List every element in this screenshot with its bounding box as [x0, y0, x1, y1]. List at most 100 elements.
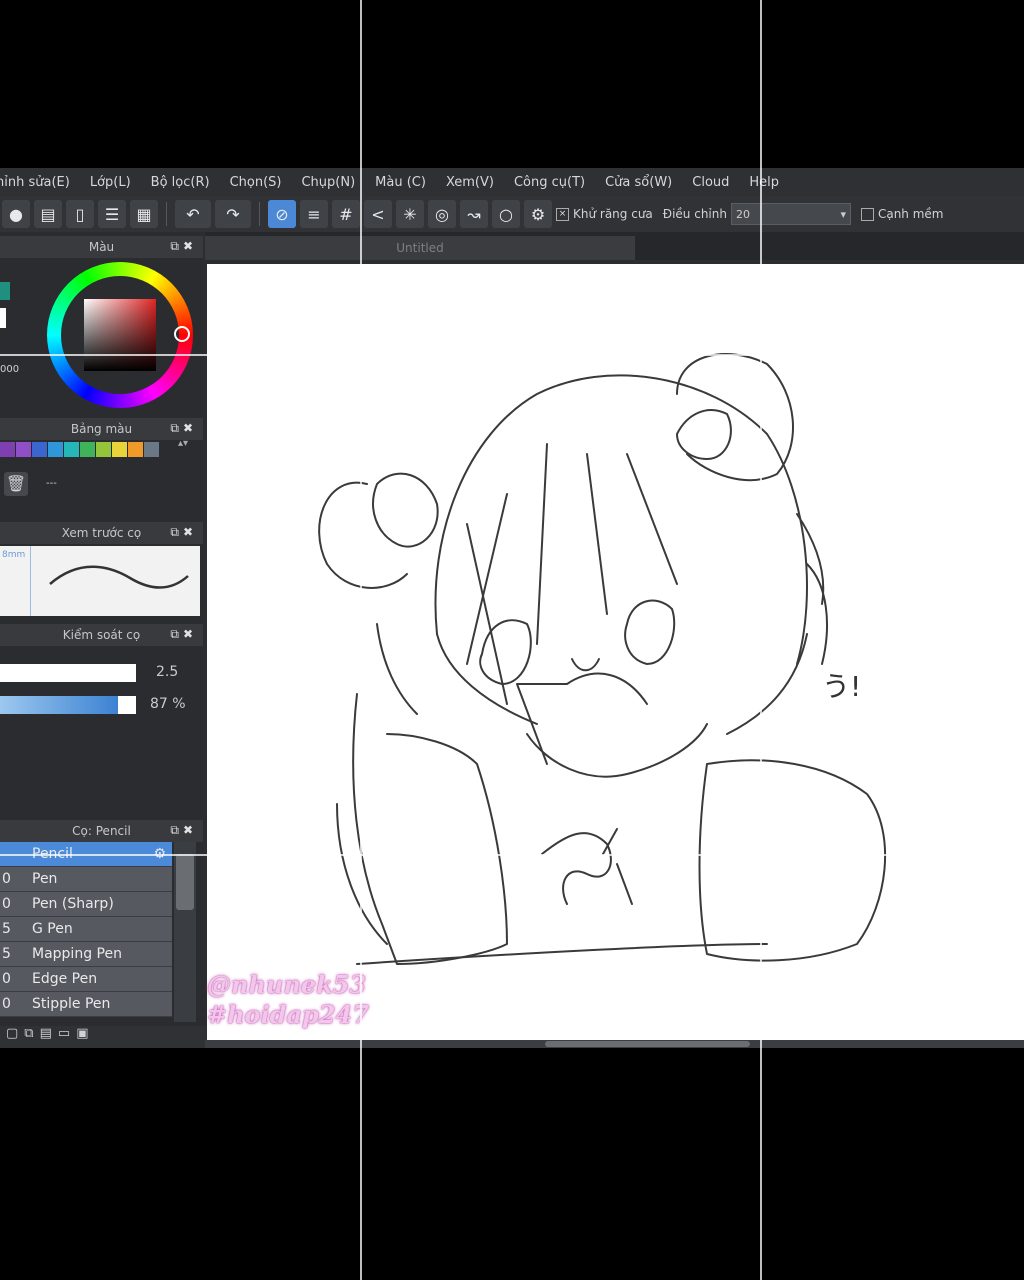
palette-swatch[interactable]: [144, 442, 159, 457]
primary-color-swatch[interactable]: [0, 282, 10, 300]
palette-scroll-icon[interactable]: ▴▾: [178, 438, 188, 449]
comment-icon[interactable]: ●: [2, 200, 30, 228]
circle-snap-icon[interactable]: ◎: [428, 200, 456, 228]
delete-brush-icon[interactable]: ▣: [76, 1026, 88, 1048]
brush-size: 0: [2, 871, 11, 887]
panel-controls-icon[interactable]: ⧉✖: [170, 525, 197, 540]
scrollbar-thumb[interactable]: [176, 854, 194, 910]
brush-panel-title: Cọ: Pencil: [72, 824, 131, 838]
redo-icon[interactable]: ↷: [215, 200, 251, 228]
palette-swatch[interactable]: [80, 442, 95, 457]
grid-snap-icon[interactable]: #: [332, 200, 360, 228]
import-brush-icon[interactable]: ▤: [40, 1026, 52, 1048]
opacity-slider[interactable]: [0, 696, 136, 714]
soft-edge-label: Cạnh mềm: [877, 207, 944, 221]
palette-swatch[interactable]: [16, 442, 31, 457]
soft-edge-toggle[interactable]: Cạnh mềm: [860, 207, 944, 221]
secondary-color-swatch[interactable]: [0, 308, 6, 328]
panel-controls-icon[interactable]: ⧉✖: [170, 421, 197, 436]
panel-controls-icon[interactable]: ⧉✖: [170, 239, 197, 254]
menu-help[interactable]: Help: [739, 175, 789, 190]
drawing-canvas[interactable]: う! @nhunek53 #hoidap247: [207, 264, 1024, 1040]
color-wheel[interactable]: [47, 262, 193, 408]
brush-name: Mapping Pen: [32, 946, 122, 962]
radial-snap-icon[interactable]: ✳: [396, 200, 424, 228]
palette-swatch[interactable]: [32, 442, 47, 457]
sketch-annotation: う!: [822, 670, 861, 703]
color-hex-value: 000: [0, 364, 20, 375]
brush-name: Pen: [32, 871, 58, 887]
brush-name: Edge Pen: [32, 971, 98, 987]
brush-preview: 8mm: [0, 546, 200, 616]
menu-capture[interactable]: Chụp(N): [291, 175, 365, 190]
settings-icon[interactable]: ⚙: [524, 200, 552, 228]
adjust-select[interactable]: 20 ▾: [730, 203, 851, 225]
menu-edit[interactable]: hỉnh sửa(E): [0, 175, 80, 190]
brush-item[interactable]: 0 Edge Pen: [0, 967, 172, 992]
parallel-snap-icon[interactable]: ≡: [300, 200, 328, 228]
palette-swatch[interactable]: [64, 442, 79, 457]
menu-layer[interactable]: Lớp(L): [80, 175, 141, 190]
brush-item[interactable]: 0 Pen: [0, 867, 172, 892]
document-icon[interactable]: ▯: [66, 200, 94, 228]
document-tab[interactable]: Untitled: [205, 236, 635, 260]
palette-swatch[interactable]: [112, 442, 127, 457]
checkbox-icon[interactable]: [860, 207, 874, 221]
menu-cloud[interactable]: Cloud: [682, 175, 739, 190]
brush-item[interactable]: 5 Mapping Pen: [0, 942, 172, 967]
opacity-value: 87 %: [150, 696, 186, 712]
adjust-label: Điều chỉnh: [662, 207, 727, 221]
checkbox-checked-icon[interactable]: ×: [556, 207, 569, 221]
app-window: hỉnh sửa(E) Lớp(L) Bộ lọc(R) Chọn(S) Chụ…: [0, 168, 1024, 1048]
list-icon[interactable]: ☰: [98, 200, 126, 228]
snap-off-icon[interactable]: ⊘: [268, 200, 296, 228]
sketch-drawing: う!: [318, 353, 887, 965]
new-brush-icon[interactable]: ▢: [6, 1026, 18, 1048]
brush-size: 5: [2, 921, 11, 937]
brush-item[interactable]: 0 Pen (Sharp): [0, 892, 172, 917]
grid-icon[interactable]: ▦: [130, 200, 158, 228]
copy-brush-icon[interactable]: ⧉: [24, 1026, 33, 1048]
palette-swatch[interactable]: [128, 442, 143, 457]
palette-extra: ---: [46, 478, 57, 489]
menu-select[interactable]: Chọn(S): [220, 175, 292, 190]
hue-handle-icon[interactable]: [174, 326, 190, 342]
menu-window[interactable]: Cửa sổ(W): [595, 175, 682, 190]
adjust-control: Điều chỉnh 20 ▾: [663, 203, 851, 225]
palette-swatch[interactable]: [0, 442, 15, 457]
note-icon[interactable]: ▤: [34, 200, 62, 228]
brush-size: 0: [2, 896, 11, 912]
palette-swatch[interactable]: [96, 442, 111, 457]
palette-panel-header: Bảng màu ⧉✖: [0, 418, 203, 440]
grid-guide-horizontal: [0, 354, 1024, 356]
color-panel-header: Màu ⧉✖: [0, 236, 203, 258]
brush-item[interactable]: 0 Stipple Pen: [0, 992, 172, 1017]
panel-controls-icon[interactable]: ⧉✖: [170, 627, 197, 642]
curve-snap-icon[interactable]: ↝: [460, 200, 488, 228]
scrollbar-thumb[interactable]: [545, 1041, 750, 1047]
brush-scrollbar[interactable]: [174, 842, 196, 1022]
panel-controls-icon[interactable]: ⧉✖: [170, 823, 197, 838]
antialias-label: Khử răng cưa: [573, 207, 653, 221]
folder-icon[interactable]: ▭: [58, 1026, 70, 1048]
grid-guide-vertical: [360, 0, 362, 1280]
canvas-hscrollbar[interactable]: [205, 1040, 1024, 1048]
toolbar-divider: [166, 202, 167, 226]
menu-view[interactable]: Xem(V): [436, 175, 504, 190]
opacity-fill: [0, 696, 119, 714]
undo-icon[interactable]: ↶: [175, 200, 211, 228]
antialias-toggle[interactable]: × Khử răng cưa: [556, 207, 653, 221]
menu-tools[interactable]: Công cụ(T): [504, 175, 595, 190]
grid-guide-horizontal: [0, 854, 1024, 856]
saturation-square[interactable]: [84, 299, 156, 371]
palette-swatch[interactable]: [48, 442, 63, 457]
brush-footer-toolbar: ▢ ⧉ ▤ ▭ ▣: [0, 1026, 209, 1048]
brush-item[interactable]: 5 G Pen: [0, 917, 172, 942]
menu-color[interactable]: Màu (C): [365, 175, 436, 190]
vanishing-point-icon[interactable]: <: [364, 200, 392, 228]
brush-size-slider[interactable]: [0, 664, 136, 682]
ellipse-snap-icon[interactable]: ○: [492, 200, 520, 228]
brush-panel-header: Cọ: Pencil ⧉✖: [0, 820, 203, 842]
trash-icon[interactable]: 🗑: [4, 472, 28, 496]
menu-filter[interactable]: Bộ lọc(R): [141, 175, 220, 190]
